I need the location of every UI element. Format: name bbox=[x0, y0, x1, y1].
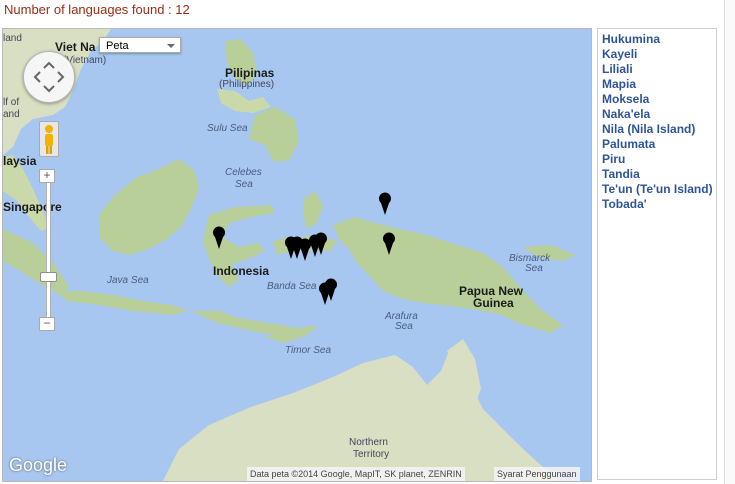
pan-control[interactable] bbox=[23, 51, 75, 103]
map-attribution: Data peta ©2014 Google, MapIT, SK planet… bbox=[247, 467, 465, 481]
terms-of-use-link[interactable]: Syarat Penggunaan bbox=[494, 467, 580, 481]
language-link[interactable]: Tandia bbox=[602, 167, 716, 182]
language-link[interactable]: Hukumina bbox=[602, 32, 716, 47]
label-nt-1: Northern bbox=[349, 437, 388, 448]
pegman-icon bbox=[45, 125, 53, 154]
zoom-in-button[interactable]: + bbox=[39, 169, 55, 183]
language-link[interactable]: Kayeli bbox=[602, 47, 716, 62]
label-banda-sea: Banda Sea bbox=[267, 281, 317, 292]
chevron-down-icon bbox=[167, 44, 175, 48]
language-link[interactable]: Te'un (Te'un Island) bbox=[602, 182, 716, 197]
language-link[interactable]: Naka'ela bbox=[602, 107, 716, 122]
street-view-pegman[interactable] bbox=[39, 121, 59, 157]
language-link[interactable]: Tobada' bbox=[602, 197, 716, 212]
label-indonesia: Indonesia bbox=[213, 264, 269, 278]
zoom-slider-track[interactable] bbox=[46, 183, 51, 317]
page-scroll-edge bbox=[724, 0, 735, 484]
language-list: Hukumina Kayeli Liliali Mapia Moksela Na… bbox=[597, 28, 717, 480]
pan-arrows-icon bbox=[33, 61, 65, 93]
label-timor-sea: Timor Sea bbox=[285, 345, 331, 356]
label-png-2: Guinea bbox=[473, 296, 514, 310]
label-celebes-sea-2: Sea bbox=[235, 179, 253, 190]
map-type-label: Peta bbox=[106, 40, 129, 52]
label-bismarck-2: Sea bbox=[525, 263, 543, 274]
label-arafura-2: Sea bbox=[395, 321, 413, 332]
label-singapore: Singapore bbox=[3, 200, 62, 214]
language-link[interactable]: Liliali bbox=[602, 62, 716, 77]
map-graphic[interactable]: Viet Na (Vietnam) land Pilipinas (Philip… bbox=[3, 29, 591, 481]
label-gulf-1: lf of bbox=[3, 97, 19, 108]
label-gulf-2: and bbox=[3, 109, 20, 120]
label-java-sea: Java Sea bbox=[106, 275, 149, 286]
language-link[interactable]: Palumata bbox=[602, 137, 716, 152]
google-logo[interactable]: Google bbox=[9, 455, 67, 476]
map-canvas[interactable]: Viet Na (Vietnam) land Pilipinas (Philip… bbox=[2, 28, 592, 482]
language-link[interactable]: Moksela bbox=[602, 92, 716, 107]
map-type-dropdown[interactable]: Peta bbox=[99, 37, 181, 53]
label-land-top: land bbox=[3, 33, 22, 44]
label-celebes-sea-1: Celebes bbox=[225, 167, 262, 178]
label-pilipinas: Pilipinas bbox=[225, 66, 275, 80]
label-philippines: (Philippines) bbox=[219, 79, 274, 90]
language-link[interactable]: Mapia bbox=[602, 77, 716, 92]
zoom-out-button[interactable]: − bbox=[39, 317, 55, 331]
zoom-slider-handle[interactable] bbox=[40, 272, 57, 282]
language-link[interactable]: Piru bbox=[602, 152, 716, 167]
label-nt-2: Territory bbox=[353, 449, 389, 460]
language-link[interactable]: Nila (Nila Island) bbox=[602, 122, 716, 137]
label-sulu-sea: Sulu Sea bbox=[207, 123, 248, 134]
results-count: Number of languages found : 12 bbox=[4, 2, 190, 17]
label-malaysia: laysia bbox=[3, 154, 37, 168]
